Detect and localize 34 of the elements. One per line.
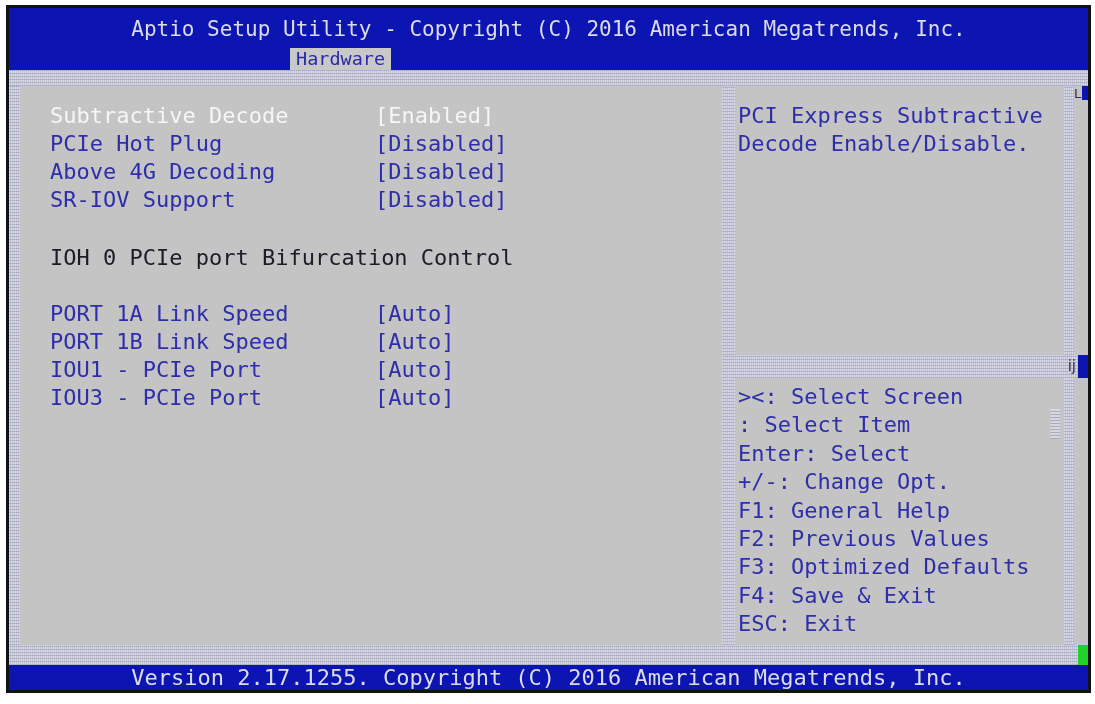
setting-value[interactable]: [Disabled]: [375, 130, 508, 158]
scroll-marker-icon: [1082, 86, 1088, 100]
key-hint: : Select Item: [738, 411, 911, 440]
setting-label[interactable]: PCIe Hot Plug: [50, 130, 223, 158]
setting-value[interactable]: [Auto]: [375, 356, 455, 384]
setting-value[interactable]: [Auto]: [375, 384, 455, 412]
stray-glyph: L: [1074, 86, 1082, 102]
key-hint: F3: Optimized Defaults: [738, 553, 1030, 582]
setting-value[interactable]: [Disabled]: [375, 186, 508, 214]
window-title: Aptio Setup Utility - Copyright (C) 2016 American Megatrends, Inc.: [130, 16, 967, 43]
key-hint: Enter: Select: [738, 439, 911, 468]
key-hint: F2: Previous Values: [738, 524, 990, 553]
scroll-marker-icon: [1078, 355, 1088, 378]
key-hint: +/-: Change Opt.: [738, 468, 950, 497]
key-hint: F4: Save & Exit: [738, 581, 937, 610]
version-text: Version 2.17.1255. Copyright (C) 2016 American Megatrends, Inc.: [131, 665, 966, 690]
key-hint: F1: General Help: [738, 496, 950, 525]
key-hint: ESC: Exit: [738, 610, 858, 639]
scroll-marker-icon: [1078, 645, 1088, 665]
stray-glyph: ij: [1067, 356, 1076, 377]
setting-label[interactable]: SR-IOV Support: [50, 186, 236, 214]
key-hint: ><: Select Screen: [738, 383, 964, 411]
setting-value[interactable]: [Auto]: [375, 328, 455, 356]
setting-label[interactable]: IOU3 - PCIe Port: [50, 384, 262, 412]
menu-tab[interactable]: Hardware: [290, 48, 392, 70]
setting-label[interactable]: PORT 1A Link Speed: [50, 300, 289, 328]
setting-value[interactable]: [Disabled]: [375, 158, 508, 186]
scroll-thumb-icon: [1050, 409, 1060, 439]
setting-label[interactable]: PORT 1B Link Speed: [50, 328, 289, 356]
section-heading: IOH 0 PCIe port Bifurcation Control: [50, 244, 514, 272]
setting-label[interactable]: IOU1 - PCIe Port: [50, 356, 262, 384]
setting-label[interactable]: Above 4G Decoding: [50, 158, 276, 186]
help-text: PCI Express Subtractive Decode Enable/Disable.: [738, 102, 1044, 158]
setting-value[interactable]: [Auto]: [375, 300, 455, 328]
